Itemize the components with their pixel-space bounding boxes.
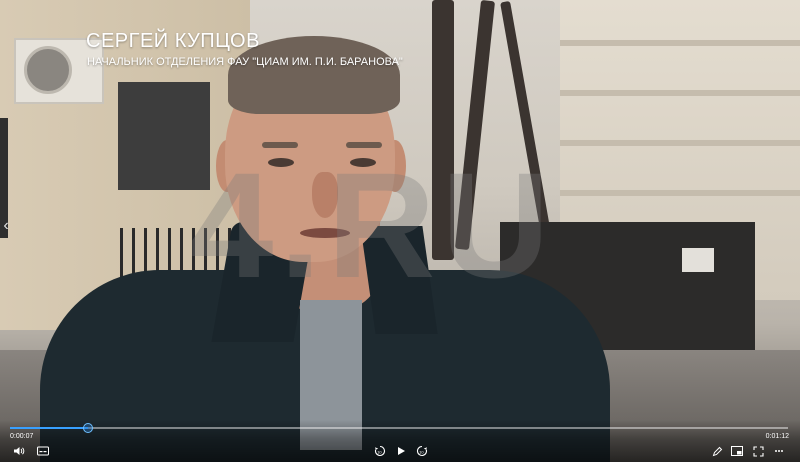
play-icon[interactable] (393, 444, 409, 458)
caption-name: СЕРГЕЙ КУПЦОВ (86, 30, 260, 52)
player-controls: 0:00:07 0:01:12 10 10 (0, 420, 800, 462)
video-player[interactable]: 4.RU СЕРГЕЙ КУПЦОВ НАЧАЛЬНИК ОТДЕЛЕНИЯ Ф… (0, 0, 800, 462)
watermark: 4.RU (190, 141, 556, 309)
rewind-10-icon[interactable]: 10 (372, 444, 388, 458)
caption-title: НАЧАЛЬНИК ОТДЕЛЕНИЯ ФАУ "ЦИАМ ИМ. П.И. Б… (87, 56, 403, 68)
fullscreen-icon[interactable] (751, 444, 765, 458)
volume-icon[interactable] (12, 444, 26, 458)
progress-handle[interactable] (82, 423, 93, 433)
picture-in-picture-icon[interactable] (730, 444, 744, 458)
forward-10-icon[interactable]: 10 (414, 444, 430, 458)
svg-text:10: 10 (419, 450, 424, 455)
chevron-left-icon[interactable]: ‹ (1, 216, 11, 236)
more-icon[interactable] (772, 444, 786, 458)
time-total: 0:01:12 (765, 433, 789, 440)
captions-icon[interactable] (36, 444, 50, 458)
progress-bar[interactable] (10, 423, 788, 433)
svg-text:10: 10 (377, 450, 382, 455)
time-elapsed: 0:00:07 (10, 433, 34, 440)
pencil-icon[interactable] (710, 444, 724, 458)
progress-fill (10, 427, 88, 429)
